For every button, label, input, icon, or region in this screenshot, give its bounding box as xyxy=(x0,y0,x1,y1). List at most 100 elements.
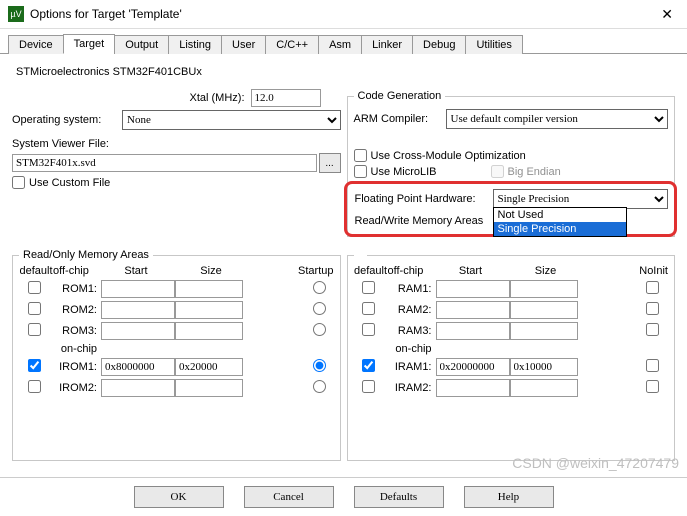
tab-body: STMicroelectronics STM32F401CBUx Xtal (M… xyxy=(0,54,687,477)
mem-row: RAM2: xyxy=(354,301,669,319)
mem-start-input[interactable] xyxy=(101,301,175,319)
mem-default-check[interactable] xyxy=(362,359,375,372)
bigendian-check xyxy=(491,165,504,178)
mem-noinit-check[interactable] xyxy=(646,323,659,336)
rw-hdr-start: Start xyxy=(432,265,510,277)
defaults-button[interactable]: Defaults xyxy=(354,486,444,508)
mem-start-input[interactable] xyxy=(436,358,510,376)
mem-default-check[interactable] xyxy=(362,281,375,294)
sv-browse-button[interactable]: ... xyxy=(319,153,341,173)
mem-startup-radio[interactable] xyxy=(313,323,326,336)
mem-size-input[interactable] xyxy=(510,379,578,397)
xtal-input[interactable] xyxy=(251,89,321,107)
tab-cc[interactable]: C/C++ xyxy=(265,35,319,54)
ro-hdr-size: Size xyxy=(175,265,247,277)
microlib-check[interactable] xyxy=(354,165,367,178)
tab-user[interactable]: User xyxy=(221,35,266,54)
use-custom-file-check[interactable] xyxy=(12,176,25,189)
fph-select[interactable]: Single Precision xyxy=(493,189,669,209)
mem-default-check[interactable] xyxy=(362,323,375,336)
mem-row: ROM2: xyxy=(19,301,334,319)
mem-start-input[interactable] xyxy=(101,358,175,376)
codegen-group: Code Generation ARM Compiler: Use defaul… xyxy=(347,90,676,237)
microlib-label: Use MicroLIB xyxy=(371,166,491,178)
mem-row: IROM2: xyxy=(19,379,334,397)
cancel-button[interactable]: Cancel xyxy=(244,486,334,508)
mem-start-input[interactable] xyxy=(101,322,175,340)
mem-name: IRAM1: xyxy=(388,361,436,373)
tab-linker[interactable]: Linker xyxy=(361,35,413,54)
mem-start-input[interactable] xyxy=(101,379,175,397)
tab-device[interactable]: Device xyxy=(8,35,64,54)
mem-size-input[interactable] xyxy=(510,280,578,298)
rw-group: x default off-chip Start Size NoInit RAM… xyxy=(347,249,676,461)
mem-default-check[interactable] xyxy=(28,380,41,393)
mem-noinit-check[interactable] xyxy=(646,281,659,294)
fph-option-single-precision[interactable]: Single Precision xyxy=(494,222,626,236)
tabstrip: DeviceTargetOutputListingUserC/C++AsmLin… xyxy=(0,29,687,54)
mem-startup-radio[interactable] xyxy=(313,302,326,315)
mem-row: IRAM1: xyxy=(354,358,669,376)
mem-size-input[interactable] xyxy=(510,301,578,319)
rw-hdr-noinit: NoInit xyxy=(582,265,669,277)
mem-size-input[interactable] xyxy=(175,358,243,376)
mem-name: IROM1: xyxy=(53,361,101,373)
mem-noinit-check[interactable] xyxy=(646,302,659,315)
mem-name: IROM2: xyxy=(53,382,101,394)
ro-group: Read/Only Memory Areas default off-chip … xyxy=(12,249,341,461)
fph-option-not-used[interactable]: Not Used xyxy=(494,208,626,222)
arm-compiler-label: ARM Compiler: xyxy=(354,113,446,125)
fph-dropdown-list[interactable]: Not Used Single Precision xyxy=(493,207,627,237)
mem-startup-radio[interactable] xyxy=(313,281,326,294)
mem-size-input[interactable] xyxy=(510,322,578,340)
tab-output[interactable]: Output xyxy=(114,35,169,54)
mem-default-check[interactable] xyxy=(362,380,375,393)
help-button[interactable]: Help xyxy=(464,486,554,508)
mem-startup-radio[interactable] xyxy=(313,359,326,372)
mem-row: RAM1: xyxy=(354,280,669,298)
tab-asm[interactable]: Asm xyxy=(318,35,362,54)
mem-start-input[interactable] xyxy=(436,280,510,298)
rw-hdr-size: Size xyxy=(510,265,582,277)
mem-name: RAM1: xyxy=(388,283,436,295)
mem-row: IROM1: xyxy=(19,358,334,376)
mem-start-input[interactable] xyxy=(101,280,175,298)
mem-row: ROM1: xyxy=(19,280,334,298)
mem-size-input[interactable] xyxy=(175,301,243,319)
sv-file-label: System Viewer File: xyxy=(12,138,109,150)
mem-size-input[interactable] xyxy=(510,358,578,376)
tab-listing[interactable]: Listing xyxy=(168,35,222,54)
rw-hdr-onchip: on-chip xyxy=(388,343,436,355)
tab-debug[interactable]: Debug xyxy=(412,35,466,54)
cross-module-check[interactable] xyxy=(354,149,367,162)
button-bar: OK Cancel Defaults Help xyxy=(0,477,687,516)
mem-row: ROM3: xyxy=(19,322,334,340)
mem-size-input[interactable] xyxy=(175,322,243,340)
tab-utilities[interactable]: Utilities xyxy=(465,35,522,54)
ro-hdr-offchip: off-chip xyxy=(53,265,97,277)
mem-default-check[interactable] xyxy=(28,323,41,336)
xtal-label: Xtal (MHz): xyxy=(190,92,245,104)
mem-start-input[interactable] xyxy=(436,379,510,397)
mem-noinit-check[interactable] xyxy=(646,380,659,393)
mem-start-input[interactable] xyxy=(436,322,510,340)
mem-name: RAM2: xyxy=(388,304,436,316)
mem-default-check[interactable] xyxy=(28,302,41,315)
mem-size-input[interactable] xyxy=(175,280,243,298)
close-icon[interactable]: ✕ xyxy=(655,6,679,23)
mem-startup-radio[interactable] xyxy=(313,380,326,393)
rw-hdr-offchip: off-chip xyxy=(388,265,432,277)
mem-name: ROM2: xyxy=(53,304,101,316)
mem-size-input[interactable] xyxy=(175,379,243,397)
tab-target[interactable]: Target xyxy=(63,34,116,54)
os-select[interactable]: None xyxy=(122,110,341,130)
arm-compiler-select[interactable]: Use default compiler version xyxy=(446,109,669,129)
sv-file-input[interactable] xyxy=(12,154,317,172)
mem-default-check[interactable] xyxy=(28,359,41,372)
ok-button[interactable]: OK xyxy=(134,486,224,508)
mem-start-input[interactable] xyxy=(436,301,510,319)
mem-default-check[interactable] xyxy=(28,281,41,294)
ro-legend: Read/Only Memory Areas xyxy=(19,249,153,261)
mem-default-check[interactable] xyxy=(362,302,375,315)
mem-noinit-check[interactable] xyxy=(646,359,659,372)
